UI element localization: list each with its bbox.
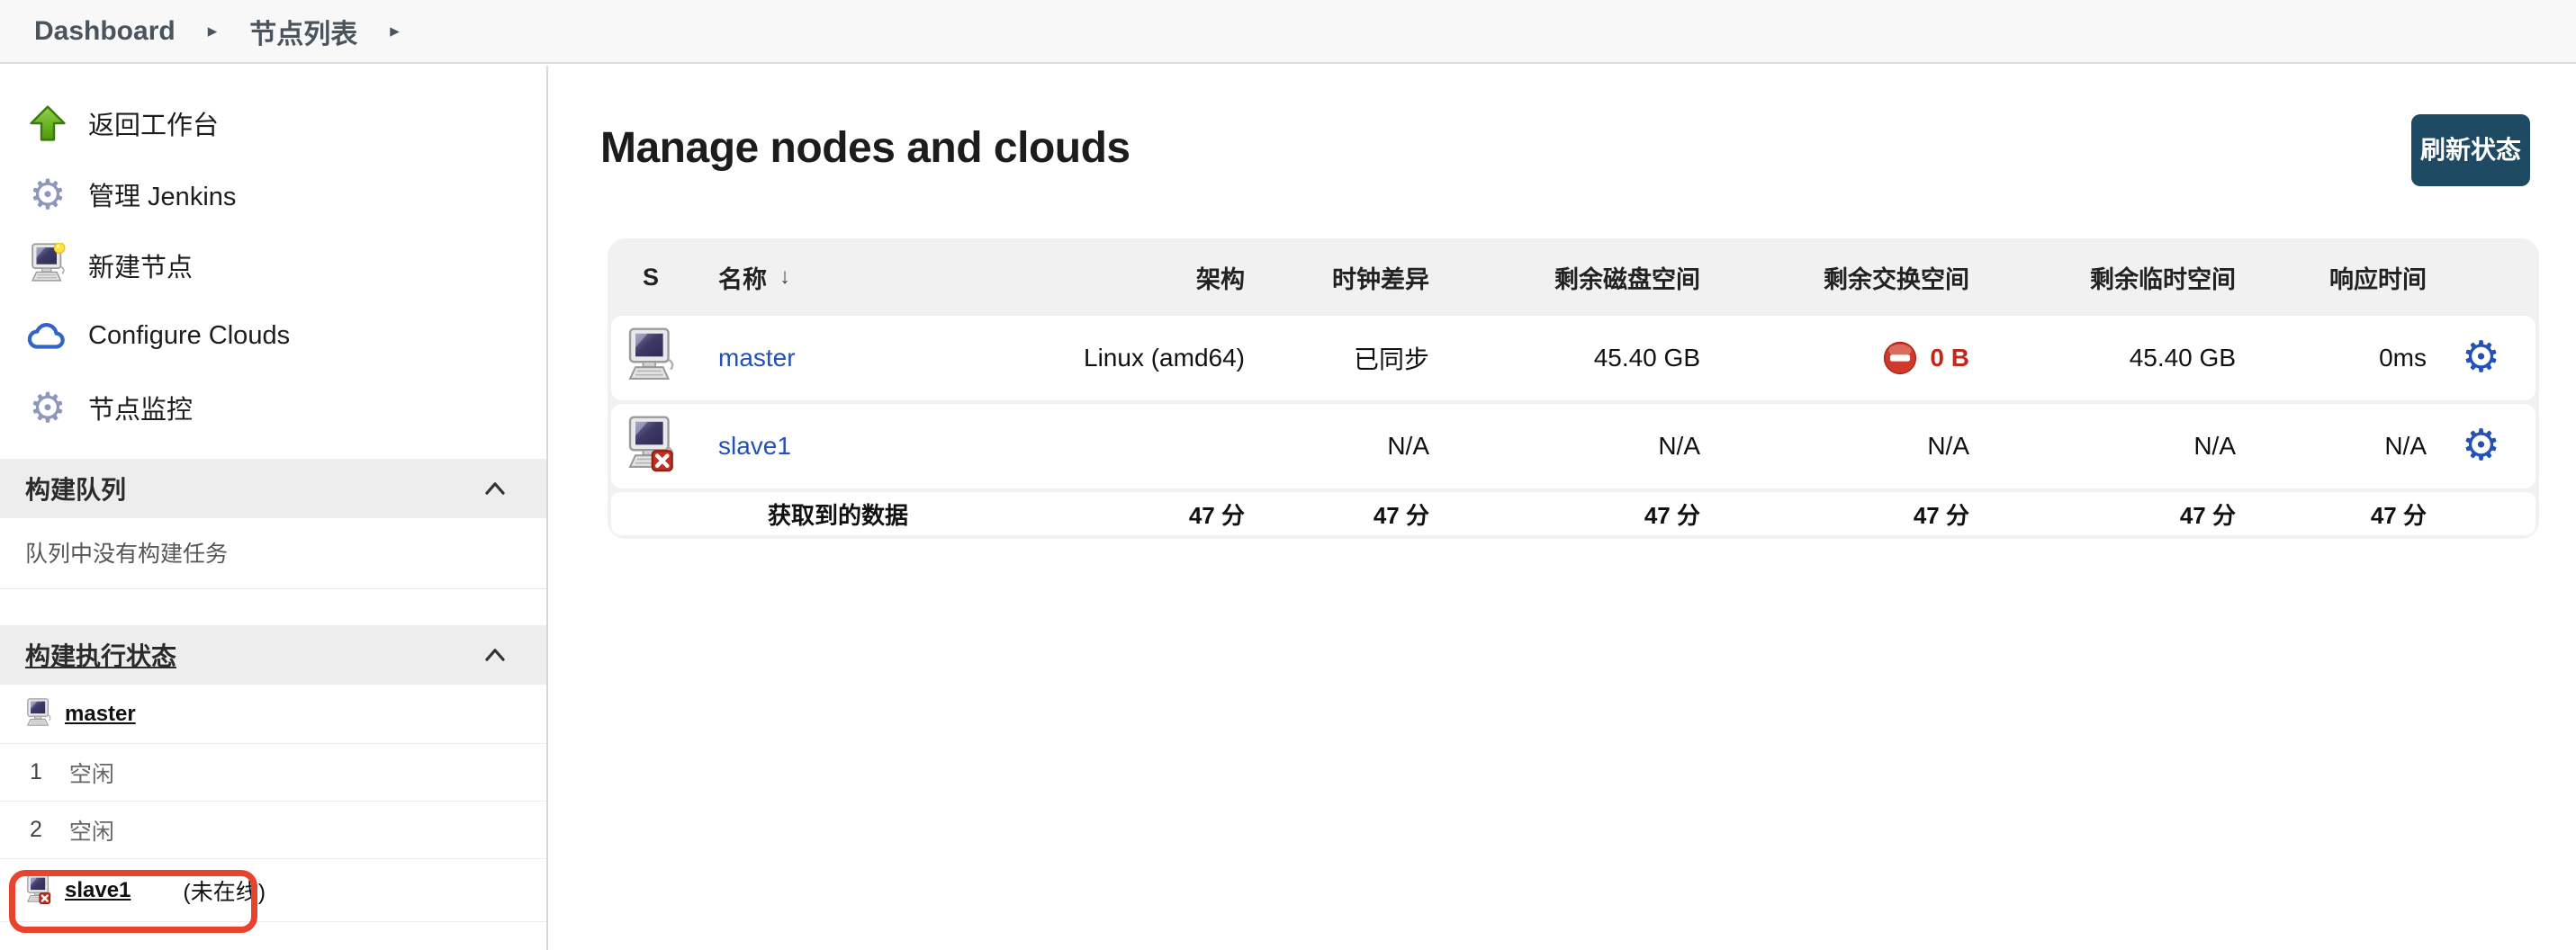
nodes-table: S 名称 ↓ 架构 时钟差异 剩余磁盘空间 剩余交换空间 剩余临时空间 响应时间… bbox=[608, 238, 2539, 539]
table-header-row: S 名称 ↓ 架构 时钟差异 剩余磁盘空间 剩余交换空间 剩余临时空间 响应时间 bbox=[611, 242, 2535, 312]
column-header-s[interactable]: S bbox=[643, 264, 659, 291]
executor-slot-1: 1 空闲 bbox=[0, 744, 546, 802]
column-header-clock[interactable]: 时钟差异 bbox=[1332, 260, 1429, 295]
footer-age: 47 分 bbox=[1374, 497, 1429, 531]
sidebar-item-new-node[interactable]: 新建节点 bbox=[0, 229, 546, 300]
cell-disk: 45.40 GB bbox=[1594, 344, 1700, 372]
cell-swap: N/A bbox=[1927, 432, 1969, 461]
sidebar-item-label: 节点监控 bbox=[88, 389, 193, 426]
column-header-temp[interactable]: 剩余临时空间 bbox=[2090, 260, 2236, 295]
sidebar: 返回工作台 ⚙ 管理 Jenkins 新建节点 Configure Clouds… bbox=[0, 66, 548, 950]
computer-offline-icon bbox=[23, 874, 54, 907]
no-entry-icon bbox=[1881, 339, 1919, 377]
column-header-name[interactable]: 名称 ↓ bbox=[690, 260, 790, 295]
executor-status-header: 构建执行状态 bbox=[0, 625, 546, 685]
breadcrumb-caret-icon[interactable]: ▸ bbox=[208, 20, 218, 42]
table-row-slave1: slave1 N/A N/A N/A N/A N/A ⚙ bbox=[611, 404, 2535, 488]
gear-icon: ⚙ bbox=[27, 385, 68, 430]
sidebar-item-node-monitoring[interactable]: ⚙ 节点监控 bbox=[0, 372, 546, 443]
cell-clock: N/A bbox=[1387, 432, 1429, 461]
sort-down-icon: ↓ bbox=[779, 264, 790, 290]
cell-swap-value: 0 B bbox=[1930, 344, 1969, 372]
sidebar-task-list: 返回工作台 ⚙ 管理 Jenkins 新建节点 Configure Clouds… bbox=[0, 66, 546, 443]
cell-swap: 0 B bbox=[1881, 339, 1969, 377]
offline-status-text: (未在线) bbox=[183, 874, 266, 907]
cell-temp: 45.40 GB bbox=[2130, 344, 2236, 372]
build-queue-empty-text: 队列中没有构建任务 bbox=[0, 518, 546, 589]
main-content: Manage nodes and clouds 刷新状态 S 名称 ↓ 架构 时… bbox=[550, 66, 2576, 950]
table-row-master: master Linux (amd64) 已同步 45.40 GB 0 B 45… bbox=[611, 316, 2535, 400]
chevron-up-icon[interactable] bbox=[480, 643, 510, 667]
build-queue-header: 构建队列 bbox=[0, 459, 546, 518]
sidebar-item-label: 返回工作台 bbox=[88, 104, 219, 142]
executor-state: 空闲 bbox=[69, 757, 114, 789]
computer-icon bbox=[623, 327, 679, 389]
cell-arch: Linux (amd64) bbox=[1084, 344, 1245, 372]
chevron-up-icon[interactable] bbox=[480, 477, 510, 500]
cell-response: N/A bbox=[2384, 432, 2427, 461]
footer-age: 47 分 bbox=[1189, 497, 1245, 531]
executor-node-master[interactable]: master bbox=[0, 685, 546, 744]
executor-status-title[interactable]: 构建执行状态 bbox=[25, 637, 176, 673]
cell-clock: 已同步 bbox=[1354, 340, 1429, 376]
build-queue-title: 构建队列 bbox=[25, 471, 126, 506]
cloud-icon bbox=[27, 314, 68, 359]
cell-temp: N/A bbox=[2193, 432, 2236, 461]
breadcrumb-node-list[interactable]: 节点列表 bbox=[249, 12, 357, 51]
column-header-swap[interactable]: 剩余交换空间 bbox=[1824, 260, 1969, 295]
node-settings-button[interactable]: ⚙ bbox=[2462, 425, 2500, 468]
column-header-response[interactable]: 响应时间 bbox=[2329, 260, 2427, 295]
executor-node-slave1[interactable]: slave1 bbox=[23, 874, 131, 907]
executor-number: 2 bbox=[23, 817, 42, 843]
executor-node-label: slave1 bbox=[65, 878, 131, 903]
cell-disk: N/A bbox=[1658, 432, 1700, 461]
footer-age: 47 分 bbox=[1644, 497, 1700, 531]
gear-icon: ⚙ bbox=[27, 172, 68, 217]
footer-label: 获取到的数据 bbox=[768, 497, 908, 531]
executor-node-slave1-row: slave1 (未在线) bbox=[0, 859, 546, 922]
computer-icon bbox=[23, 698, 54, 730]
up-arrow-icon bbox=[27, 101, 68, 146]
footer-age: 47 分 bbox=[2180, 497, 2236, 531]
executor-node-label: master bbox=[65, 702, 136, 727]
sidebar-item-label: 管理 Jenkins bbox=[88, 175, 236, 213]
page-title: Manage nodes and clouds bbox=[600, 123, 1130, 173]
table-footer-row: 获取到的数据 47 分 47 分 47 分 47 分 47 分 47 分 bbox=[611, 492, 2535, 535]
footer-age: 47 分 bbox=[1914, 497, 1969, 531]
executor-number: 1 bbox=[23, 759, 42, 785]
node-link-slave1[interactable]: slave1 bbox=[690, 432, 791, 461]
sidebar-item-manage-jenkins[interactable]: ⚙ 管理 Jenkins bbox=[0, 158, 546, 229]
computer-offline-icon bbox=[623, 416, 679, 477]
footer-age: 47 分 bbox=[2371, 497, 2427, 531]
breadcrumb-caret-icon[interactable]: ▸ bbox=[390, 20, 400, 42]
column-header-arch[interactable]: 架构 bbox=[1196, 260, 1245, 295]
node-settings-button[interactable]: ⚙ bbox=[2462, 336, 2500, 380]
refresh-status-button[interactable]: 刷新状态 bbox=[2411, 114, 2530, 186]
gear-icon: ⚙ bbox=[2462, 422, 2500, 470]
sidebar-item-label: 新建节点 bbox=[88, 246, 193, 284]
sidebar-item-configure-clouds[interactable]: Configure Clouds bbox=[0, 300, 546, 372]
sidebar-item-back-to-dashboard[interactable]: 返回工作台 bbox=[0, 87, 546, 158]
node-link-master[interactable]: master bbox=[690, 344, 796, 372]
breadcrumb-dashboard[interactable]: Dashboard bbox=[34, 16, 176, 47]
executor-state: 空闲 bbox=[69, 814, 114, 847]
sidebar-item-label: Configure Clouds bbox=[88, 321, 290, 351]
breadcrumb-bar: Dashboard ▸ 节点列表 ▸ bbox=[0, 0, 2576, 64]
executor-slot-2: 2 空闲 bbox=[0, 802, 546, 859]
column-header-disk[interactable]: 剩余磁盘空间 bbox=[1554, 260, 1700, 295]
cell-response: 0ms bbox=[2379, 344, 2427, 372]
gear-icon: ⚙ bbox=[2462, 334, 2500, 381]
computer-new-icon bbox=[27, 243, 68, 288]
